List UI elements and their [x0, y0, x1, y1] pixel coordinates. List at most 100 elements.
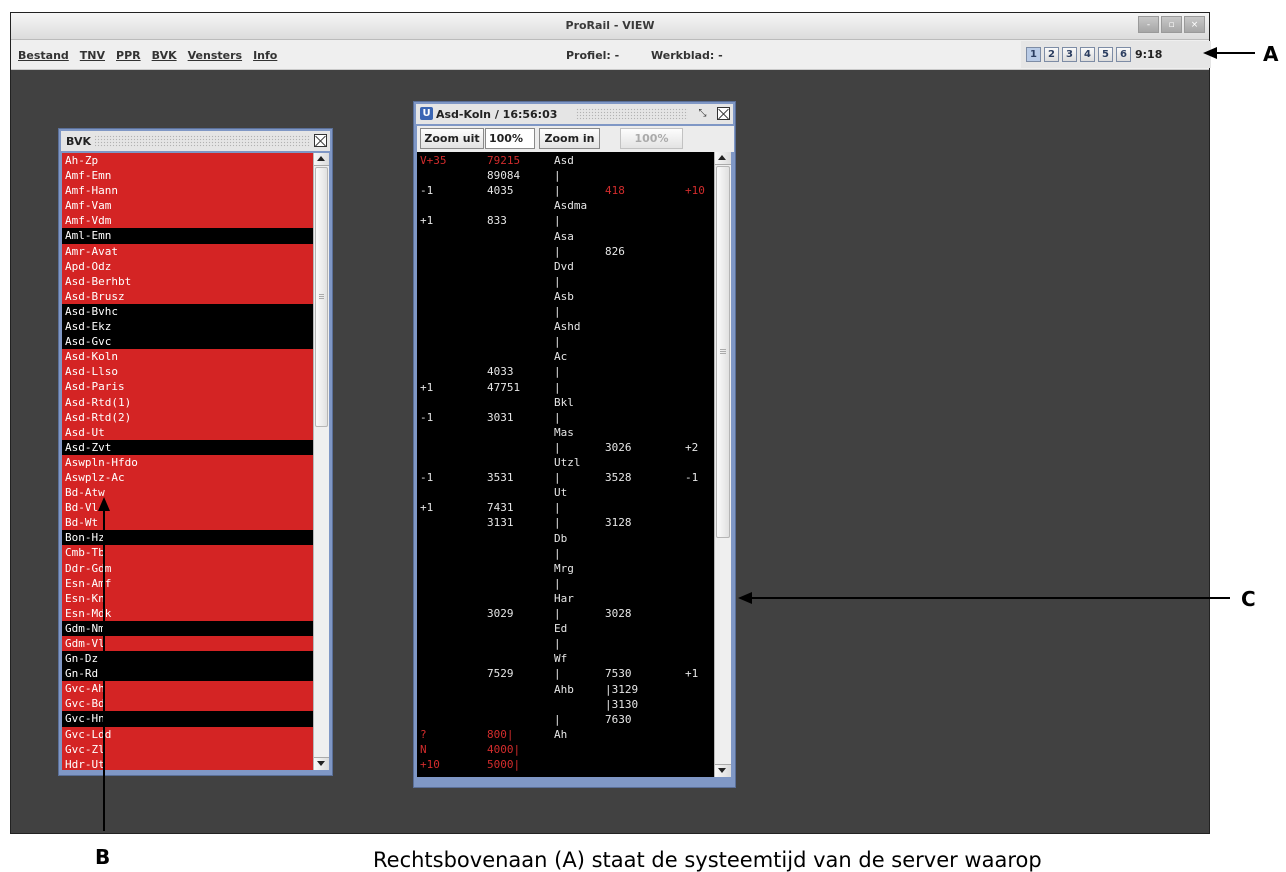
list-item[interactable]: Amf-Hann — [62, 183, 313, 199]
list-item[interactable]: Gvc-Ah — [62, 681, 313, 697]
route-row: | — [417, 305, 714, 319]
bvk-window-titlebar[interactable]: BVK — [61, 131, 330, 151]
list-item[interactable]: Asd-Rtd(1) — [62, 394, 313, 410]
werkblad-label: Werkblad: - — [651, 49, 723, 62]
station-label: | — [554, 305, 561, 318]
train-number: +10 — [420, 758, 440, 771]
train-number: 5000| — [487, 758, 521, 771]
scroll-up-arrow-icon[interactable] — [314, 153, 329, 166]
list-item[interactable]: Asd-Llso — [62, 364, 313, 380]
restore-icon[interactable]: ⤡ — [696, 107, 709, 120]
menu-ppr[interactable]: PPR — [116, 49, 141, 62]
list-item[interactable]: Asd-Rtd(2) — [62, 409, 313, 425]
train-number: -1 — [420, 471, 434, 485]
list-item[interactable]: Bon-Hz — [62, 530, 313, 545]
route-window: U Asd-Koln / 16:56:03 ⤡ Zoom uit 100% Zo… — [413, 101, 736, 788]
workspace-button-6[interactable]: 6 — [1116, 47, 1131, 62]
workspace-button-1[interactable]: 1 — [1026, 47, 1041, 62]
list-item[interactable]: Ah-Zp — [62, 153, 313, 169]
list-item[interactable]: Amf-Emn — [62, 168, 313, 184]
list-item[interactable]: Gdm-Nm — [62, 621, 313, 636]
list-item[interactable]: Asd-Berhbt — [62, 273, 313, 289]
list-item[interactable]: Esn-Kn — [62, 590, 313, 606]
list-item[interactable]: Amr-Avat — [62, 243, 313, 259]
window-app-icon: U — [420, 107, 433, 120]
route-row: +1 7431 | — [417, 501, 714, 515]
list-item[interactable]: Cmb-Tb — [62, 545, 313, 561]
menu-bestand[interactable]: Bestand — [18, 49, 69, 62]
list-item[interactable]: Asd-Gvc — [62, 334, 313, 349]
list-item[interactable]: Apd-Odz — [62, 258, 313, 274]
maximize-button[interactable]: ▫ — [1161, 16, 1182, 33]
list-item[interactable]: Gn-Dz — [62, 651, 313, 666]
scroll-down-arrow-icon[interactable] — [715, 764, 731, 777]
zoom-in-button[interactable]: Zoom in — [539, 128, 600, 149]
close-button[interactable]: × — [1184, 16, 1205, 33]
menu-vensters[interactable]: Vensters — [188, 49, 242, 62]
route-scrollbar[interactable] — [714, 152, 731, 777]
list-item[interactable]: Asd-Ekz — [62, 319, 313, 334]
zoom-reset-button[interactable]: 100% — [620, 128, 683, 149]
route-row: Mrg — [417, 562, 714, 576]
list-item[interactable]: Amf-Vam — [62, 198, 313, 214]
caption-text: Rechtsbovenaan (A) staat de systeemtijd … — [373, 848, 1042, 872]
list-item[interactable]: Gvc-Bd — [62, 696, 313, 712]
workspace-button-3[interactable]: 3 — [1062, 47, 1077, 62]
workspace-button-4[interactable]: 4 — [1080, 47, 1095, 62]
list-item[interactable]: Bd-Wt — [62, 515, 313, 531]
bvk-scrollbar[interactable] — [313, 153, 329, 770]
list-item[interactable]: Gvc-Hn — [62, 711, 313, 726]
list-item[interactable]: Asd-Paris — [62, 379, 313, 395]
list-item[interactable]: Gvc-Zl — [62, 741, 313, 757]
station-label: Mas — [554, 425, 574, 439]
route-row: | 7630 — [417, 713, 714, 727]
list-item[interactable]: Gn-Rd — [62, 666, 313, 681]
list-item[interactable]: Ddr-Gdm — [62, 560, 313, 576]
route-row: Ac — [417, 350, 714, 364]
list-item[interactable]: Asd-Zvt — [62, 440, 313, 455]
route-window-titlebar[interactable]: U Asd-Koln / 16:56:03 ⤡ — [416, 104, 733, 124]
route-row: +1 833 | — [417, 214, 714, 228]
list-item[interactable]: Hdr-Ut — [62, 756, 313, 770]
minimize-button[interactable]: - — [1138, 16, 1159, 33]
list-item[interactable]: Aswpln-Hfdo — [62, 454, 313, 470]
list-item[interactable]: Aml-Emn — [62, 228, 313, 243]
list-item[interactable]: Gvc-Ldd — [62, 726, 313, 742]
menu-info[interactable]: Info — [253, 49, 277, 62]
annotation-b: B — [95, 845, 111, 869]
station-label: | — [554, 365, 561, 379]
scroll-thumb[interactable] — [315, 167, 328, 427]
route-row: Ashd — [417, 320, 714, 334]
close-icon[interactable] — [314, 134, 327, 147]
train-number: 826 — [605, 244, 625, 258]
station-label: | — [554, 335, 561, 349]
station-label: | — [554, 667, 561, 681]
menu-tnv[interactable]: TNV — [80, 49, 105, 62]
list-item[interactable]: Esn-Mdk — [62, 605, 313, 621]
list-item[interactable]: Gdm-Vl — [62, 636, 313, 652]
scroll-down-arrow-icon[interactable] — [314, 757, 329, 770]
scroll-thumb[interactable] — [716, 166, 730, 538]
train-number: 47751 — [487, 380, 521, 394]
list-item[interactable]: Asd-Koln — [62, 349, 313, 365]
list-item[interactable]: Aswplz-Ac — [62, 469, 313, 486]
station-label: | — [554, 516, 561, 530]
scroll-up-arrow-icon[interactable] — [715, 152, 731, 165]
zoom-input[interactable]: 100% — [485, 128, 535, 149]
workspace-button-2[interactable]: 2 — [1044, 47, 1059, 62]
list-item[interactable]: Asd-Brusz — [62, 288, 313, 304]
workspace-button-5[interactable]: 5 — [1098, 47, 1113, 62]
zoom-out-button[interactable]: Zoom uit — [420, 128, 484, 149]
menu-bvk[interactable]: BVK — [152, 49, 177, 62]
train-number: +10 — [685, 184, 705, 198]
title-bar[interactable]: ProRail - VIEW - ▫ × — [11, 13, 1209, 40]
train-number: 800| — [487, 727, 514, 741]
list-item[interactable]: Asd-Ut — [62, 424, 313, 440]
list-item[interactable]: Esn-Amf — [62, 575, 313, 591]
station-label: | — [554, 712, 561, 726]
route-row: -1 3531 | 3528 -1 — [417, 471, 714, 485]
list-item[interactable]: Asd-Bvhc — [62, 304, 313, 319]
route-row: | 826 — [417, 245, 714, 259]
list-item[interactable]: Amf-Vdm — [62, 213, 313, 229]
close-icon[interactable] — [717, 107, 730, 120]
